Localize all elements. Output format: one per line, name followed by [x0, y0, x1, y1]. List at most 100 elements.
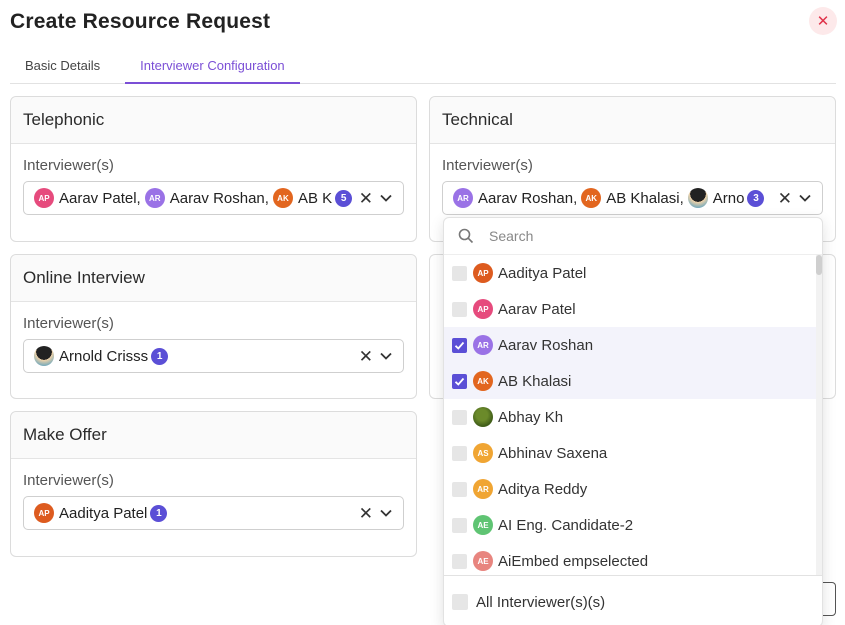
option-label: AiEmbed empselected [498, 552, 649, 570]
option-item[interactable]: AE AI Eng. Candidate-2 [444, 507, 818, 543]
selected-chip: AR Aarav Roshan [453, 188, 573, 208]
field-label: Interviewer(s) [442, 157, 533, 174]
field-label: Interviewer(s) [23, 472, 114, 489]
checkbox[interactable] [452, 481, 467, 497]
x-icon[interactable]: ✕ [359, 348, 373, 365]
option-label: AB Khalasi [498, 372, 572, 390]
option-item[interactable]: AP Aaditya Patel [444, 255, 818, 291]
select-all-checkbox[interactable] [452, 594, 468, 610]
option-list: AP Aaditya Patel AP Aarav Patel AR Aarav… [444, 255, 818, 575]
chip-label: Aarav Patel [59, 189, 137, 207]
selected-count-badge: 5 [335, 189, 353, 207]
selected-count-badge: 1 [150, 504, 168, 522]
selected-chip: Arno [687, 188, 745, 208]
avatar: AE [473, 515, 493, 535]
avatar: AP [473, 299, 493, 319]
chip-label: AB Khalasi [606, 189, 680, 207]
online-interviewer-select[interactable]: Arnold Crisss 1 ✕ [23, 339, 404, 373]
dropdown-search [444, 218, 822, 255]
option-label: AI Eng. Candidate-2 [498, 516, 634, 534]
field-label: Interviewer(s) [23, 157, 114, 174]
card-title: Telephonic [11, 97, 416, 144]
avatar [687, 188, 708, 208]
option-label: Aditya Reddy [498, 480, 588, 498]
tab-basic-details[interactable]: Basic Details [10, 52, 115, 84]
selected-chip: AR Aarav Roshan [144, 188, 265, 208]
avatar: AE [473, 551, 493, 571]
checkbox[interactable] [452, 553, 467, 569]
check-icon [454, 377, 465, 386]
technical-interviewer-select[interactable]: AR Aarav Roshan , AK AB Khalasi , Arno 3… [442, 181, 823, 215]
select-all-row[interactable]: All Interviewer(s)(s) [444, 575, 822, 625]
selected-chip: AP Aarav Patel [34, 188, 137, 208]
option-item[interactable]: AR Aditya Reddy [444, 471, 818, 507]
chip-label: Aarav Roshan [169, 189, 265, 207]
interviewer-dropdown: AP Aaditya Patel AP Aarav Patel AR Aarav… [443, 217, 823, 625]
x-icon[interactable]: ✕ [778, 190, 792, 207]
checkbox[interactable] [452, 301, 467, 317]
card-title: Online Interview [11, 255, 416, 302]
avatar: AK [272, 188, 293, 208]
option-item[interactable]: Abhay Kh [444, 399, 818, 435]
chevron-down-icon[interactable] [798, 191, 812, 205]
avatar: AR [473, 335, 493, 355]
checkbox[interactable] [452, 445, 467, 461]
option-item[interactable]: AS Abhinav Saxena [444, 435, 818, 471]
option-label: Aarav Patel [498, 300, 576, 318]
offer-interviewer-select[interactable]: AP Aaditya Patel 1 ✕ [23, 496, 404, 530]
avatar: AS [473, 443, 493, 463]
chevron-down-icon[interactable] [379, 191, 393, 205]
dropdown-scrollbar[interactable] [816, 255, 822, 575]
select-all-label: All Interviewer(s)(s) [476, 593, 606, 611]
option-item[interactable]: AP Aarav Patel [444, 291, 818, 327]
checkbox[interactable] [452, 373, 467, 389]
option-label: Aaditya Patel [498, 264, 587, 282]
avatar: AK [473, 371, 493, 391]
card-title: Make Offer [11, 412, 416, 459]
telephonic-interviewer-select[interactable]: AP Aarav Patel , AR Aarav Roshan , AK AB… [23, 181, 404, 215]
chip-label: AB K [297, 189, 333, 207]
option-item[interactable]: AE AiEmbed empselected [444, 543, 818, 575]
avatar: AR [144, 188, 165, 208]
selected-chip: AK AB Khalasi [581, 188, 680, 208]
option-label: Aarav Roshan [498, 336, 594, 354]
tab-interviewer-configuration[interactable]: Interviewer Configuration [125, 52, 300, 84]
telephonic-card: Telephonic Interviewer(s) AP Aarav Patel… [10, 96, 417, 242]
x-icon[interactable]: ✕ [359, 505, 373, 522]
close-button[interactable]: ✕ [809, 7, 837, 35]
checkbox[interactable] [452, 265, 467, 281]
card-title: Technical [430, 97, 835, 144]
selected-count-badge: 3 [747, 189, 765, 207]
chip-label: Aaditya Patel [59, 504, 148, 522]
avatar [473, 407, 493, 427]
check-icon [454, 341, 465, 350]
checkbox[interactable] [452, 337, 467, 353]
make-offer-card: Make Offer Interviewer(s) AP Aaditya Pat… [10, 411, 417, 557]
search-input[interactable] [489, 228, 789, 244]
avatar: AP [34, 188, 54, 208]
chevron-down-icon[interactable] [379, 506, 393, 520]
avatar: AK [581, 188, 602, 208]
chip-label: Arno [712, 189, 745, 207]
option-label: Abhinav Saxena [498, 444, 608, 462]
checkbox[interactable] [452, 517, 467, 533]
option-item[interactable]: AR Aarav Roshan [444, 327, 818, 363]
selected-chip: AK AB K [272, 188, 333, 208]
tab-bar: Basic Details Interviewer Configuration [10, 52, 836, 84]
avatar: AP [473, 263, 493, 283]
avatar [34, 346, 54, 366]
scroll-thumb[interactable] [816, 255, 822, 275]
selected-chip: AP Aaditya Patel [34, 503, 147, 523]
avatar: AR [473, 479, 493, 499]
page-title: Create Resource Request [10, 10, 271, 33]
online-interview-card: Online Interview Interviewer(s) Arnold C… [10, 254, 417, 399]
checkbox[interactable] [452, 409, 467, 425]
x-icon[interactable]: ✕ [359, 190, 373, 207]
avatar: AR [453, 188, 473, 208]
option-item[interactable]: AK AB Khalasi [444, 363, 818, 399]
chip-label: Arnold Crisss [59, 347, 149, 365]
selected-chip: Arnold Crisss [34, 346, 148, 366]
close-icon: ✕ [816, 13, 830, 30]
option-label: Abhay Kh [498, 408, 564, 426]
chevron-down-icon[interactable] [379, 349, 393, 363]
